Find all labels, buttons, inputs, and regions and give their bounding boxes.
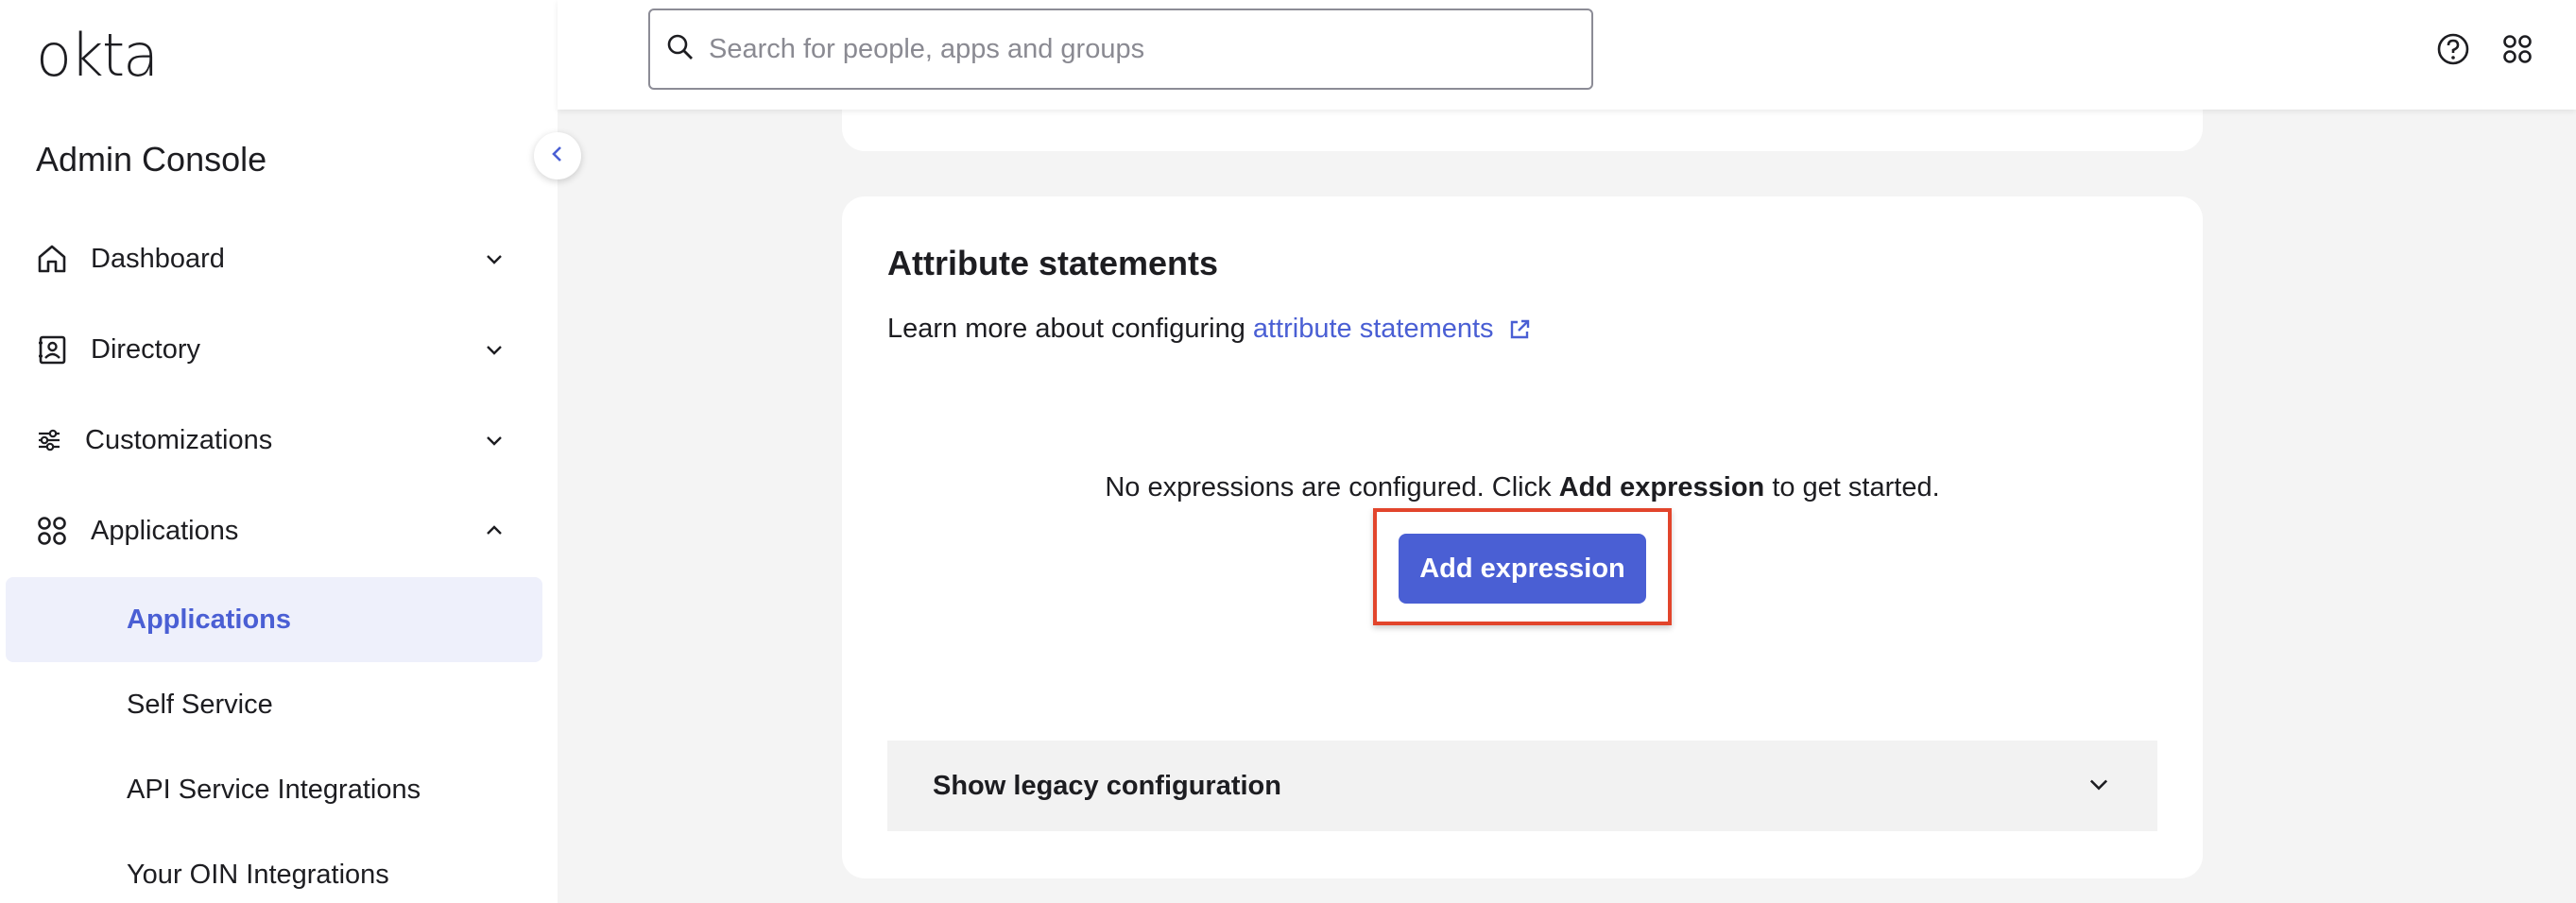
apps-grid-icon xyxy=(36,515,68,547)
attribute-statements-card: Attribute statements Learn more about co… xyxy=(842,196,2203,878)
chevron-up-icon xyxy=(480,517,508,545)
admin-console-title: Admin Console xyxy=(36,140,267,179)
learn-more-text: Learn more about configuring attribute s… xyxy=(887,314,1532,345)
chevron-down-icon xyxy=(480,426,508,454)
search-box[interactable] xyxy=(648,9,1593,90)
legacy-label: Show legacy configuration xyxy=(933,770,1281,801)
search-input[interactable] xyxy=(709,33,1559,65)
app-switcher-icon[interactable] xyxy=(2499,30,2536,68)
add-expression-button[interactable]: Add expression xyxy=(1399,534,1646,604)
subnav-item-api-service-integrations[interactable]: API Service Integrations xyxy=(6,747,542,832)
sliders-icon xyxy=(36,424,62,456)
chevron-down-icon xyxy=(480,335,508,364)
nav-item-label: Customizations xyxy=(85,424,273,455)
search-icon xyxy=(665,32,696,67)
chevron-left-icon xyxy=(546,143,569,170)
nav-item-directory[interactable]: Directory xyxy=(36,321,508,378)
subnav-item-self-service[interactable]: Self Service xyxy=(6,662,542,747)
nav-item-label: Directory xyxy=(91,333,201,365)
home-icon xyxy=(36,243,68,275)
show-legacy-configuration[interactable]: Show legacy configuration xyxy=(887,741,2157,831)
subnav-item-applications[interactable]: Applications xyxy=(6,577,542,662)
nav-item-applications[interactable]: Applications xyxy=(36,503,508,559)
empty-bold: Add expression xyxy=(1558,472,1765,503)
sidebar: okta Admin Console Dashboard Directory C… xyxy=(0,0,558,903)
card-title: Attribute statements xyxy=(887,244,1219,282)
nav-item-dashboard[interactable]: Dashboard xyxy=(36,230,508,287)
external-link-icon[interactable] xyxy=(1507,317,1532,342)
chevron-down-icon xyxy=(2086,771,2112,802)
directory-icon xyxy=(36,333,68,366)
empty-prefix: No expressions are configured. Click xyxy=(1105,472,1552,503)
learn-more-prefix: Learn more about configuring xyxy=(887,314,1245,344)
nav-item-label: Applications xyxy=(91,515,239,546)
attribute-statements-link[interactable]: attribute statements xyxy=(1253,314,1494,345)
okta-logo[interactable]: okta xyxy=(36,21,159,90)
help-icon[interactable] xyxy=(2434,30,2472,68)
subnav-item-your-oin-integrations[interactable]: Your OIN Integrations xyxy=(6,832,542,903)
nav-item-customizations[interactable]: Customizations xyxy=(36,412,508,469)
empty-suffix: to get started. xyxy=(1772,472,1940,503)
top-bar xyxy=(558,0,2576,110)
nav-item-label: Dashboard xyxy=(91,243,225,274)
empty-state-message: No expressions are configured. Click Add… xyxy=(842,472,2203,503)
chevron-down-icon xyxy=(480,245,508,273)
sidebar-collapse-button[interactable] xyxy=(534,132,581,179)
